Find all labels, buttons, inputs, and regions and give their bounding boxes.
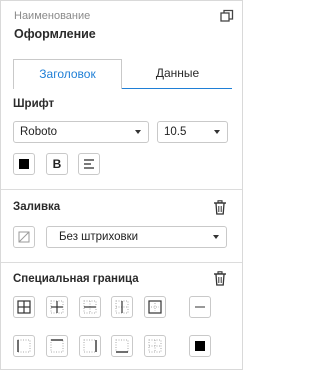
border-inner-button[interactable] bbox=[46, 296, 68, 318]
popout-icon[interactable] bbox=[220, 9, 234, 23]
border-section-label: Специальная граница bbox=[13, 273, 139, 285]
chevron-down-icon bbox=[213, 235, 219, 239]
trash-icon[interactable] bbox=[213, 200, 227, 215]
color-swatch-icon bbox=[19, 159, 29, 169]
font-family-select[interactable]: Roboto bbox=[13, 121, 149, 143]
border-left-icon bbox=[17, 339, 31, 353]
tab-header[interactable]: Заголовок bbox=[13, 59, 122, 89]
fill-section-label: Заливка bbox=[13, 201, 61, 213]
border-outer-button[interactable] bbox=[144, 296, 166, 318]
border-horizontal-icon bbox=[83, 300, 97, 314]
border-top-icon bbox=[50, 339, 64, 353]
tab-bar: Заголовок Данные bbox=[13, 59, 232, 89]
line-style-icon bbox=[195, 306, 205, 308]
border-all-icon bbox=[17, 300, 31, 314]
font-family-value: Roboto bbox=[20, 126, 58, 138]
border-right-button[interactable] bbox=[79, 335, 101, 357]
border-horizontal-button[interactable] bbox=[79, 296, 101, 318]
fill-color-button[interactable] bbox=[13, 226, 35, 248]
divider bbox=[1, 189, 242, 190]
font-section-label: Шрифт bbox=[13, 98, 55, 110]
border-left-button[interactable] bbox=[13, 335, 35, 357]
border-vertical-button[interactable] bbox=[111, 296, 133, 318]
align-button[interactable] bbox=[78, 153, 100, 175]
hatch-select[interactable]: Без штриховки bbox=[46, 226, 227, 248]
panel-caption: Наименование bbox=[14, 10, 91, 22]
border-top-button[interactable] bbox=[46, 335, 68, 357]
tab-data[interactable]: Данные bbox=[123, 59, 232, 88]
bold-icon: B bbox=[52, 157, 62, 171]
font-size-select[interactable]: 10.5 bbox=[157, 121, 228, 143]
text-color-button[interactable] bbox=[13, 153, 35, 175]
border-right-icon bbox=[83, 339, 97, 353]
color-swatch-icon bbox=[195, 341, 205, 351]
border-outer-icon bbox=[148, 300, 162, 314]
border-bottom-button[interactable] bbox=[111, 335, 133, 357]
divider bbox=[1, 262, 242, 263]
border-inner-icon bbox=[50, 300, 64, 314]
border-vertical-icon bbox=[115, 300, 129, 314]
bold-button[interactable]: B bbox=[46, 153, 68, 175]
border-color-button[interactable] bbox=[189, 335, 211, 357]
border-none-icon bbox=[148, 339, 162, 353]
hatch-value: Без штриховки bbox=[59, 231, 139, 243]
chevron-down-icon bbox=[135, 130, 141, 134]
align-left-icon bbox=[84, 159, 94, 169]
font-size-value: 10.5 bbox=[164, 126, 187, 138]
format-panel: Наименование Оформление Заголовок Данные… bbox=[0, 0, 243, 370]
no-fill-icon bbox=[18, 231, 30, 243]
trash-icon[interactable] bbox=[213, 271, 227, 286]
border-bottom-icon bbox=[115, 339, 129, 353]
border-none-button[interactable] bbox=[144, 335, 166, 357]
chevron-down-icon bbox=[214, 130, 220, 134]
panel-title: Оформление bbox=[14, 27, 96, 41]
border-all-button[interactable] bbox=[13, 296, 35, 318]
border-line-style-button[interactable] bbox=[189, 296, 211, 318]
